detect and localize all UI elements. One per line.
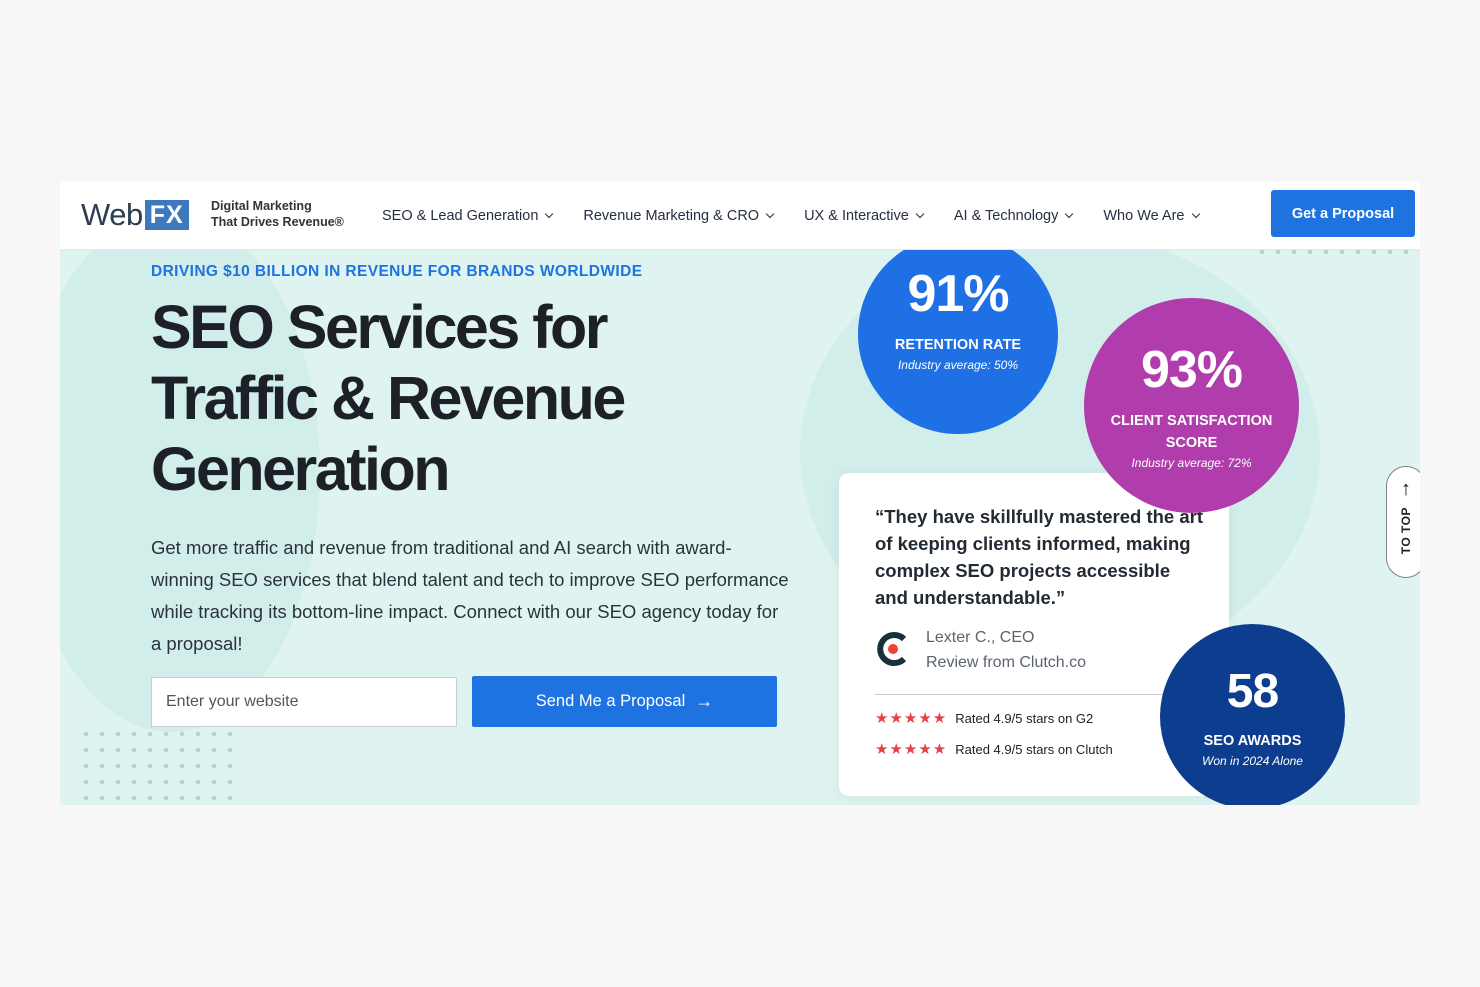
stat-retention-rate: 91% RETENTION RATE Industry average: 50% — [858, 234, 1058, 434]
rating-text: Rated 4.9/5 stars on G2 — [955, 710, 1094, 726]
nav-revenue-marketing-cro[interactable]: Revenue Marketing & CRO — [583, 208, 775, 224]
stat-number: 93% — [1140, 341, 1243, 399]
stat-subtext: Won in 2024 Alone — [1202, 754, 1303, 768]
stat-client-satisfaction: 93% CLIENT SATISFACTION SCORE Industry a… — [1084, 298, 1299, 513]
nav-who-we-are[interactable]: Who We Are — [1103, 208, 1200, 224]
headline-line-2: Traffic & Revenue — [151, 364, 626, 432]
stat-label: RETENTION RATE — [894, 337, 1022, 353]
stat-subtext: Industry average: 72% — [1131, 456, 1252, 470]
stat-seo-awards: 58 SEO AWARDS Won in 2024 Alone — [1160, 624, 1345, 805]
rating-text: Rated 4.9/5 stars on Clutch — [955, 741, 1113, 757]
stat-label: SEO AWARDS — [1203, 733, 1302, 749]
rating-g2: ★★★★★ Rated 4.9/5 stars on G2 — [875, 709, 1093, 727]
clutch-logo-icon — [877, 632, 907, 666]
stat-number: 58 — [1226, 665, 1279, 718]
nav-ux-interactive[interactable]: UX & Interactive — [804, 208, 925, 224]
nav-label: AI & Technology — [953, 208, 1059, 224]
logo-fx-badge: FX — [144, 200, 189, 230]
nav-seo-lead-generation[interactable]: SEO & Lead Generation — [382, 208, 554, 224]
arrow-right-icon: → — [695, 691, 714, 711]
card-divider — [875, 694, 1175, 695]
reviewer-source: Review from Clutch.co — [926, 654, 1087, 671]
chevron-down-icon — [545, 209, 554, 219]
star-rating-icon: ★★★★★ — [875, 710, 948, 727]
logo-tagline: Digital Marketing That Drives Revenue® — [211, 198, 344, 230]
tagline-line-2: That Drives Revenue® — [211, 215, 344, 229]
chevron-down-icon — [1065, 209, 1074, 219]
stat-subtext: Industry average: 50% — [897, 358, 1019, 372]
hero-eyebrow: DRIVING $10 BILLION IN REVENUE FOR BRAND… — [151, 263, 643, 280]
dot-pattern-left — [78, 726, 232, 805]
send-button-label: Send Me a Proposal — [535, 692, 686, 710]
site-header: Web FX Digital Marketing That Drives Rev… — [60, 182, 1420, 250]
to-top-button[interactable]: ↑ TO TOP — [1386, 466, 1420, 578]
page-title: SEO Services for Traffic & Revenue Gener… — [151, 292, 771, 505]
chevron-down-icon — [765, 209, 775, 219]
hero-description: Get more traffic and revenue from tradit… — [151, 537, 789, 654]
logo-web-text: Web — [81, 197, 143, 232]
reviewer-name: Lexter C., CEO — [926, 629, 1035, 646]
rating-clutch: ★★★★★ Rated 4.9/5 stars on Clutch — [875, 740, 1113, 758]
star-rating-icon: ★★★★★ — [875, 741, 948, 758]
nav-label: Who We Are — [1103, 208, 1185, 224]
stat-label: CLIENT SATISFACTION SCORE — [1110, 413, 1273, 451]
main-nav: SEO & Lead Generation Revenue Marketing … — [382, 182, 1230, 250]
webfx-logo[interactable]: Web FX — [81, 197, 189, 233]
review-quote: “They have skillfully mastered the art o… — [875, 506, 1203, 608]
tagline-line-1: Digital Marketing — [211, 199, 312, 213]
nav-label: UX & Interactive — [804, 208, 909, 224]
get-a-proposal-button[interactable]: Get a Proposal — [1271, 190, 1415, 237]
stat-number: 91% — [907, 265, 1009, 323]
arrow-up-icon: ↑ — [1401, 478, 1411, 500]
nav-label: Revenue Marketing & CRO — [583, 208, 760, 224]
to-top-label: TO TOP — [1399, 507, 1413, 555]
website-input[interactable] — [151, 677, 457, 727]
page-frame: Web FX Digital Marketing That Drives Rev… — [60, 182, 1420, 805]
headline-line-1: SEO Services for — [151, 293, 609, 361]
nav-label: SEO & Lead Generation — [382, 208, 539, 224]
send-me-a-proposal-button[interactable]: Send Me a Proposal → — [472, 676, 777, 727]
reviewer-info: Lexter C., CEO Review from Clutch.co — [926, 625, 1086, 675]
chevron-down-icon — [915, 209, 925, 219]
chevron-down-icon — [1191, 209, 1200, 219]
headline-line-3: Generation — [151, 435, 451, 503]
nav-ai-technology[interactable]: AI & Technology — [953, 208, 1074, 224]
